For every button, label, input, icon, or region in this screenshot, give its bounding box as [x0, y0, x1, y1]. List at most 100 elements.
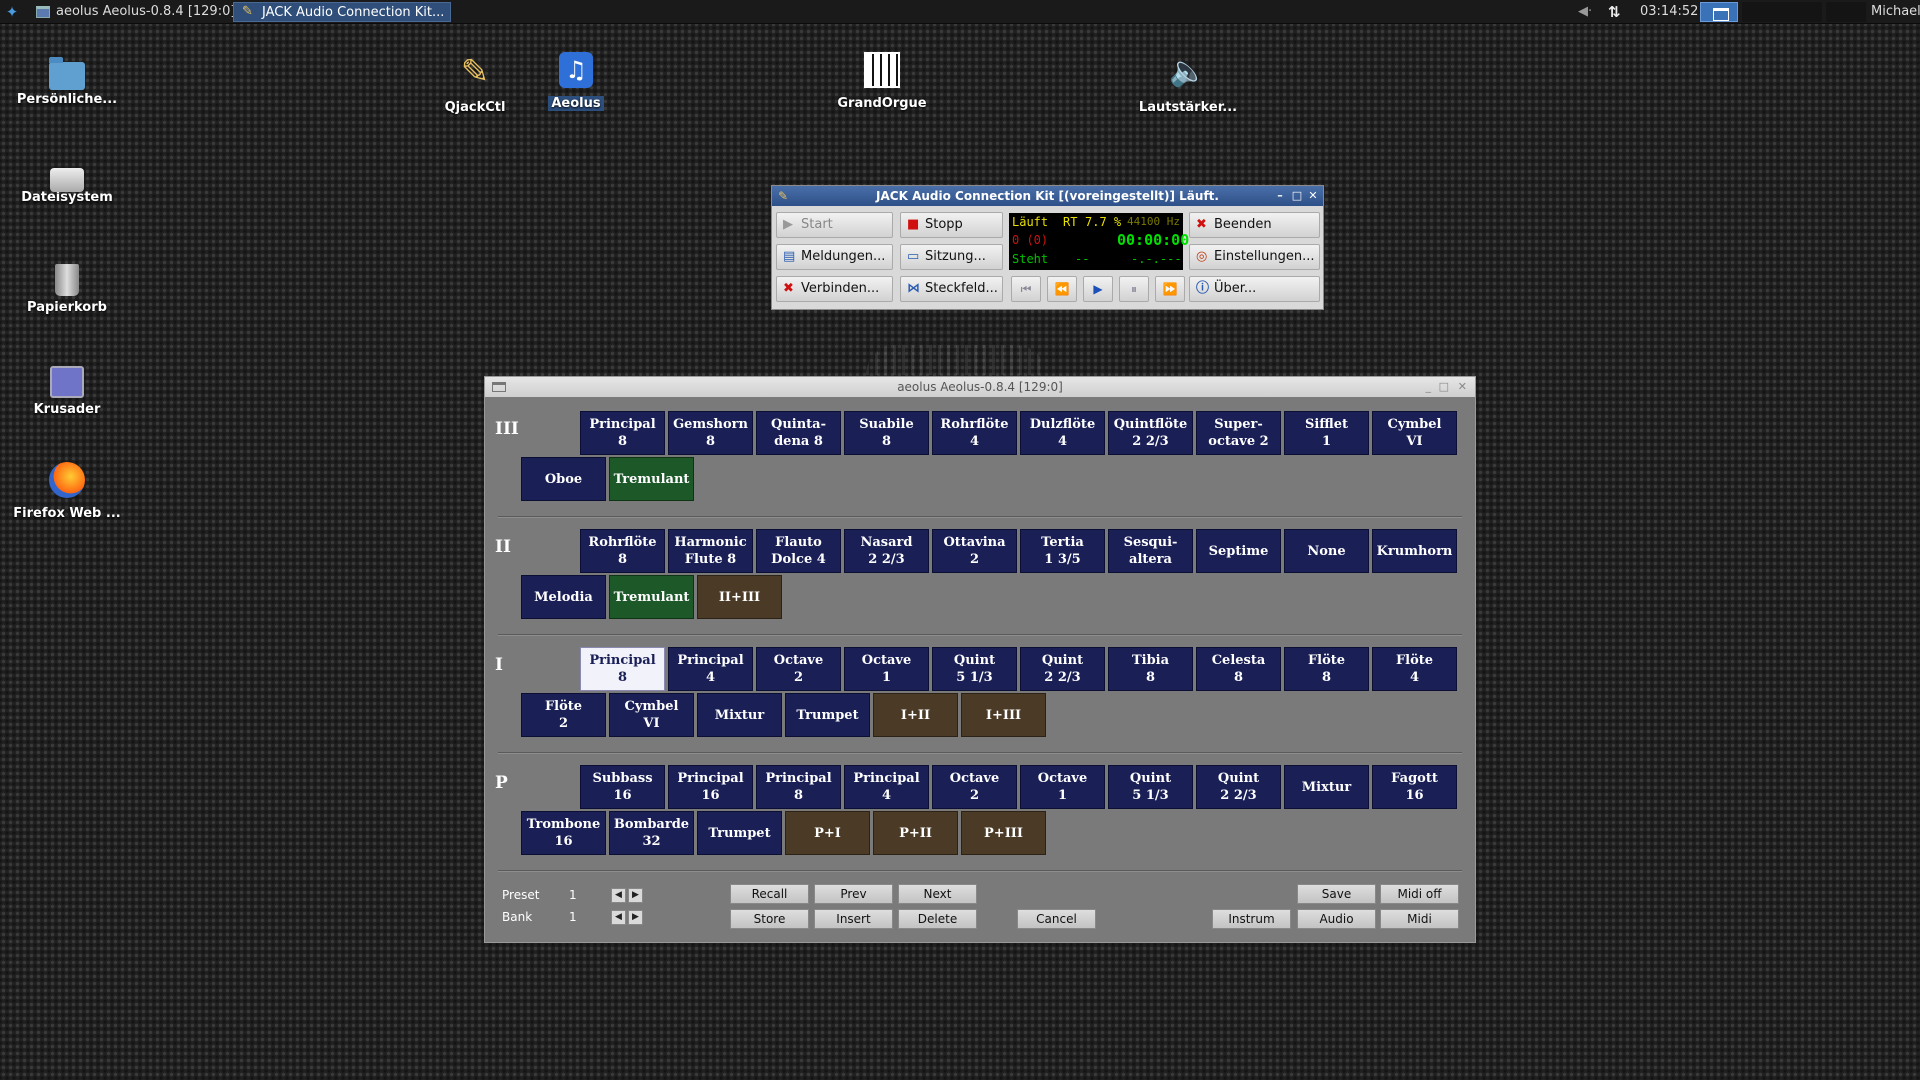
stop-button[interactable]: Quint 2 2/3 — [1196, 765, 1281, 809]
messages-button[interactable]: ▤ Meldungen... — [776, 244, 893, 270]
connect-button[interactable]: ✖ Verbinden... — [776, 276, 893, 302]
stop-button[interactable]: Quintflöte 2 2/3 — [1108, 411, 1193, 455]
stop-button[interactable]: Sesqui- altera — [1108, 529, 1193, 573]
stop-button[interactable]: Cymbel VI — [609, 693, 694, 737]
bank-increment-button[interactable]: ▶ — [628, 910, 643, 925]
stop-button[interactable]: Melodia — [521, 575, 606, 619]
stop-button[interactable]: Principal 8 — [580, 411, 665, 455]
next-button[interactable]: Next — [898, 884, 977, 904]
save-button[interactable]: Save — [1297, 884, 1376, 904]
desktop-icon-firefox[interactable]: Firefox Web ... — [12, 462, 122, 521]
rewind-to-start-button[interactable]: ⏮ — [1011, 276, 1041, 302]
workspace-1[interactable] — [1700, 2, 1738, 22]
stop-button[interactable]: Nasard 2 2/3 — [844, 529, 929, 573]
stop-button[interactable]: Trumpet — [697, 811, 782, 855]
stop-button[interactable]: Rohrflöte 8 — [580, 529, 665, 573]
desktop-icon-qjackctl[interactable]: ✎ QjackCtl — [420, 52, 530, 115]
preset-increment-button[interactable]: ▶ — [628, 888, 643, 903]
stop-button[interactable]: Tertia 1 3/5 — [1020, 529, 1105, 573]
taskbar-task-jack[interactable]: ✎ JACK Audio Connection Kit... — [233, 2, 452, 22]
prev-button[interactable]: Prev — [814, 884, 893, 904]
desktop-icon-grandorgue[interactable]: GrandOrgue — [827, 52, 937, 111]
stop-button[interactable]: Tremulant — [609, 575, 694, 619]
play-button[interactable]: ▶ — [1083, 276, 1113, 302]
stop-button[interactable]: Sifflet 1 — [1284, 411, 1369, 455]
volume-icon[interactable]: ◀· — [1578, 0, 1592, 24]
minimize-button[interactable]: – — [1273, 189, 1287, 203]
stop-button[interactable]: Quint 2 2/3 — [1020, 647, 1105, 691]
recall-button[interactable]: Recall — [730, 884, 809, 904]
bank-decrement-button[interactable]: ◀ — [611, 910, 626, 925]
settings-button[interactable]: ◎ Einstellungen... — [1189, 244, 1320, 270]
network-icon[interactable]: ⇅ — [1608, 0, 1621, 24]
stop-button[interactable]: Cymbel VI — [1372, 411, 1457, 455]
desktop-icon-aeolus[interactable]: ♫ Aeolus — [521, 52, 631, 111]
maximize-button[interactable]: □ — [1290, 189, 1304, 203]
delete-button[interactable]: Delete — [898, 909, 977, 929]
stop-button[interactable]: Bombarde 32 — [609, 811, 694, 855]
stop-button[interactable]: P+III — [961, 811, 1046, 855]
aeolus-titlebar[interactable]: aeolus Aeolus-0.8.4 [129:0] _ □ ✕ — [485, 377, 1475, 397]
stop-button[interactable]: Gemshorn 8 — [668, 411, 753, 455]
stop-button[interactable]: Tibia 8 — [1108, 647, 1193, 691]
stop-button[interactable]: Principal 8 — [580, 647, 665, 691]
midi-button[interactable]: Midi — [1380, 909, 1459, 929]
taskbar-task-aeolus[interactable]: aeolus Aeolus-0.8.4 [129:0] — [28, 2, 241, 22]
stop-button[interactable]: Quinta- dena 8 — [756, 411, 841, 455]
desktop-icon-filesystem[interactable]: Dateisystem — [12, 158, 122, 205]
maximize-button[interactable]: □ — [1439, 377, 1449, 397]
pause-button[interactable]: ⏸ — [1119, 276, 1149, 302]
stop-button[interactable]: Dulzflöte 4 — [1020, 411, 1105, 455]
patchbay-button[interactable]: ⋈ Steckfeld... — [900, 276, 1003, 302]
stop-button[interactable]: Septime — [1196, 529, 1281, 573]
stop-button[interactable]: Trombone 16 — [521, 811, 606, 855]
stop-button[interactable]: Quint 5 1/3 — [932, 647, 1017, 691]
clock[interactable]: 03:14:52 — [1640, 0, 1698, 24]
close-button[interactable]: ✕ — [1306, 189, 1320, 203]
rewind-button[interactable]: ⏪ — [1047, 276, 1077, 302]
stop-button[interactable]: Flöte 8 — [1284, 647, 1369, 691]
stop-button[interactable]: ■ Stopp — [900, 212, 1003, 238]
stop-button[interactable]: Principal 4 — [844, 765, 929, 809]
stop-button[interactable]: Trumpet — [785, 693, 870, 737]
stop-button[interactable]: Octave 2 — [756, 647, 841, 691]
stop-button[interactable]: Super- octave 2 — [1196, 411, 1281, 455]
stop-button[interactable]: Subbass 16 — [580, 765, 665, 809]
store-button[interactable]: Store — [730, 909, 809, 929]
stop-button[interactable]: I+II — [873, 693, 958, 737]
audio-button[interactable]: Audio — [1297, 909, 1376, 929]
stop-button[interactable]: Rohrflöte 4 — [932, 411, 1017, 455]
user-name[interactable]: Michael — [1871, 0, 1920, 24]
desktop-icon-trash[interactable]: Papierkorb — [12, 260, 122, 315]
fast-forward-button[interactable]: ⏩ — [1155, 276, 1185, 302]
stop-button[interactable]: Fagott 16 — [1372, 765, 1457, 809]
stop-button[interactable]: Quint 5 1/3 — [1108, 765, 1193, 809]
stop-button[interactable]: Flöte 2 — [521, 693, 606, 737]
minimize-button[interactable]: _ — [1426, 377, 1432, 397]
stop-button[interactable]: Octave 1 — [1020, 765, 1105, 809]
quit-button[interactable]: ✖ Beenden — [1189, 212, 1320, 238]
stop-button[interactable]: II+III — [697, 575, 782, 619]
instrum-button[interactable]: Instrum — [1212, 909, 1291, 929]
stop-button[interactable]: P+I — [785, 811, 870, 855]
stop-button[interactable]: Principal 8 — [756, 765, 841, 809]
desktop-icon-krusader[interactable]: Krusader — [12, 362, 122, 417]
stop-button[interactable]: Ottavina 2 — [932, 529, 1017, 573]
stop-button[interactable]: Octave 2 — [932, 765, 1017, 809]
insert-button[interactable]: Insert — [814, 909, 893, 929]
start-button[interactable]: ▶ Start — [776, 212, 893, 238]
close-button[interactable]: ✕ — [1458, 377, 1467, 397]
preset-decrement-button[interactable]: ◀ — [611, 888, 626, 903]
stop-button[interactable]: Principal 4 — [668, 647, 753, 691]
stop-button[interactable]: None — [1284, 529, 1369, 573]
stop-button[interactable]: Krumhorn — [1372, 529, 1457, 573]
stop-button[interactable]: Tremulant — [609, 457, 694, 501]
jack-titlebar[interactable]: ✎ JACK Audio Connection Kit [(voreingeste… — [772, 186, 1323, 206]
about-button[interactable]: ⓘ Über... — [1189, 276, 1320, 302]
stop-button[interactable]: Oboe — [521, 457, 606, 501]
stop-button[interactable]: Suabile 8 — [844, 411, 929, 455]
stop-button[interactable]: Mixtur — [697, 693, 782, 737]
desktop-icon-volume[interactable]: 🔈 Lautstärker... — [1133, 52, 1243, 115]
stop-button[interactable]: Flauto Dolce 4 — [756, 529, 841, 573]
stop-button[interactable]: Mixtur — [1284, 765, 1369, 809]
